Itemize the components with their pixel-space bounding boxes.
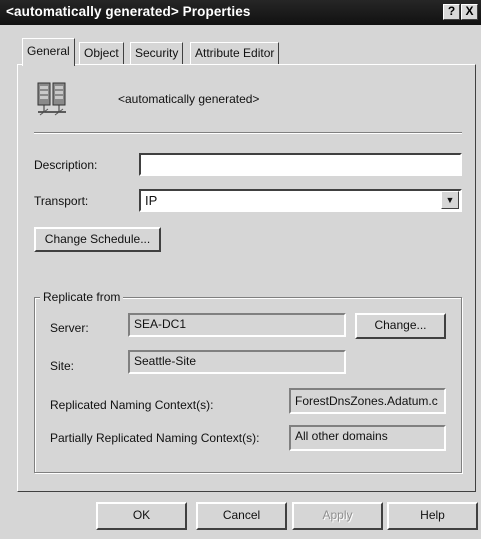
cancel-label: Cancel <box>222 508 261 522</box>
tab-attribute-editor-label: Attribute Editor <box>195 46 275 60</box>
replicated-naming-context-label: Replicated Naming Context(s): <box>50 398 214 412</box>
change-schedule-button[interactable]: Change Schedule... <box>34 227 161 252</box>
server-field: SEA-DC1 <box>128 313 346 337</box>
help-title-button[interactable]: ? <box>443 4 460 20</box>
site-label: Site: <box>50 359 75 373</box>
close-icon: X <box>465 4 474 18</box>
help-button[interactable]: Help <box>387 502 478 530</box>
tab-object[interactable]: Object <box>79 42 124 65</box>
change-schedule-label: Change Schedule... <box>44 232 151 246</box>
partial-naming-context-field: All other domains <box>289 425 446 451</box>
transport-label: Transport: <box>34 194 89 208</box>
apply-label: Apply <box>322 508 353 522</box>
server-pair-icon <box>36 82 76 116</box>
ok-button[interactable]: OK <box>96 502 187 530</box>
help-label: Help <box>420 508 445 522</box>
cancel-button[interactable]: Cancel <box>196 502 287 530</box>
apply-button[interactable]: Apply <box>292 502 383 530</box>
tab-attribute-editor[interactable]: Attribute Editor <box>190 42 280 65</box>
header-separator <box>34 132 462 134</box>
object-name: <automatically generated> <box>118 92 260 106</box>
partial-naming-context-label: Partially Replicated Naming Context(s): <box>50 431 260 445</box>
title-bar[interactable]: <automatically generated> Properties ? X <box>0 0 481 25</box>
tab-general[interactable]: General <box>22 38 75 66</box>
description-input[interactable] <box>139 153 462 176</box>
transport-selected-value: IP <box>145 193 158 208</box>
tab-security-label: Security <box>135 46 179 60</box>
description-label: Description: <box>34 158 98 172</box>
tab-security[interactable]: Security <box>130 42 184 65</box>
tab-object-label: Object <box>84 46 119 60</box>
change-server-button[interactable]: Change... <box>355 313 446 339</box>
site-field: Seattle-Site <box>128 350 346 374</box>
ok-label: OK <box>132 508 151 522</box>
replicated-naming-context-field: ForestDnsZones.Adatum.c <box>289 388 446 414</box>
chevron-down-icon[interactable]: ▼ <box>441 191 459 209</box>
change-server-label: Change... <box>374 318 427 332</box>
close-title-button[interactable]: X <box>461 4 478 20</box>
transport-dropdown[interactable]: IP <box>139 189 462 212</box>
properties-dialog: <automatically generated> Properties ? X… <box>0 0 481 539</box>
server-label: Server: <box>50 321 89 335</box>
question-mark-icon: ? <box>447 4 456 18</box>
window-title: <automatically generated> Properties <box>6 4 251 19</box>
tab-general-label: General <box>27 44 70 58</box>
replicate-from-legend: Replicate from <box>40 290 124 304</box>
